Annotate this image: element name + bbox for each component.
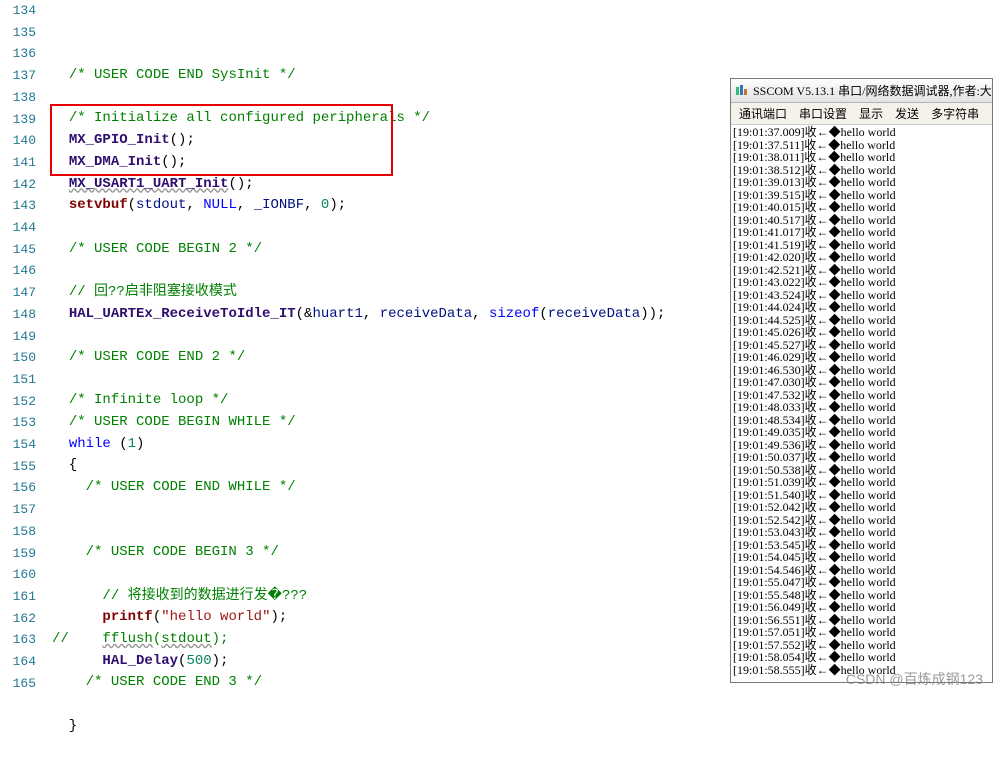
sscom-log-line: [19:01:40.015]收←◆hello world	[733, 201, 990, 214]
sscom-log-line: [19:01:39.013]收←◆hello world	[733, 176, 990, 189]
line-number: 162	[0, 608, 36, 630]
sscom-menu-item[interactable]: 多字符串	[931, 105, 979, 122]
sscom-log-line: [19:01:46.029]收←◆hello world	[733, 351, 990, 364]
line-number: 144	[0, 217, 36, 239]
sscom-log-line: [19:01:43.022]收←◆hello world	[733, 276, 990, 289]
line-number: 136	[0, 43, 36, 65]
sscom-log-line: [19:01:52.042]收←◆hello world	[733, 501, 990, 514]
sscom-log-line: [19:01:44.024]收←◆hello world	[733, 301, 990, 314]
sscom-menu-item[interactable]: 显示	[859, 105, 883, 122]
sscom-log-line: [19:01:38.011]收←◆hello world	[733, 151, 990, 164]
line-number: 147	[0, 282, 36, 304]
sscom-menu-item[interactable]: 通讯端口	[739, 105, 787, 122]
sscom-log-line: [19:01:54.045]收←◆hello world	[733, 551, 990, 564]
line-number: 154	[0, 434, 36, 456]
line-number: 157	[0, 499, 36, 521]
sscom-log-line: [19:01:55.047]收←◆hello world	[733, 576, 990, 589]
line-number: 138	[0, 87, 36, 109]
sscom-log-line: [19:01:53.043]收←◆hello world	[733, 526, 990, 539]
line-number-gutter: 1341351361371381391401411421431441451461…	[0, 0, 48, 695]
sscom-log-line: [19:01:37.009]收←◆hello world	[733, 126, 990, 139]
sscom-log-line: [19:01:58.555]收←◆hello world	[733, 664, 990, 677]
line-number: 139	[0, 109, 36, 131]
sscom-titlebar[interactable]: SSCOM V5.13.1 串口/网络数据调试器,作者:大	[731, 79, 992, 103]
sscom-log-line: [19:01:57.051]收←◆hello world	[733, 626, 990, 639]
line-number: 163	[0, 629, 36, 651]
sscom-menubar[interactable]: 通讯端口串口设置显示发送多字符串	[731, 103, 992, 125]
sscom-title: SSCOM V5.13.1 串口/网络数据调试器,作者:大	[753, 82, 992, 99]
line-number: 158	[0, 521, 36, 543]
code-line[interactable]: }	[48, 716, 993, 738]
line-number: 137	[0, 65, 36, 87]
sscom-window[interactable]: SSCOM V5.13.1 串口/网络数据调试器,作者:大 通讯端口串口设置显示…	[730, 78, 993, 683]
sscom-log-line: [19:01:50.037]收←◆hello world	[733, 451, 990, 464]
sscom-log-line: [19:01:56.049]收←◆hello world	[733, 601, 990, 614]
line-number: 148	[0, 304, 36, 326]
line-number: 164	[0, 651, 36, 673]
line-number: 159	[0, 543, 36, 565]
sscom-log-line: [19:01:51.039]收←◆hello world	[733, 476, 990, 489]
sscom-log-area[interactable]: [19:01:37.009]收←◆hello world[19:01:37.51…	[731, 125, 992, 682]
line-number: 165	[0, 673, 36, 695]
line-number: 160	[0, 564, 36, 586]
line-number: 155	[0, 456, 36, 478]
line-number: 150	[0, 347, 36, 369]
sscom-log-line: [19:01:42.020]收←◆hello world	[733, 251, 990, 264]
sscom-log-line: [19:01:45.026]收←◆hello world	[733, 326, 990, 339]
line-number: 145	[0, 239, 36, 261]
line-number: 135	[0, 22, 36, 44]
line-number: 151	[0, 369, 36, 391]
sscom-log-line: [19:01:48.033]收←◆hello world	[733, 401, 990, 414]
line-number: 153	[0, 412, 36, 434]
line-number: 161	[0, 586, 36, 608]
sscom-log-line: [19:01:58.054]收←◆hello world	[733, 651, 990, 664]
line-number: 141	[0, 152, 36, 174]
line-number: 140	[0, 130, 36, 152]
sscom-menu-item[interactable]: 串口设置	[799, 105, 847, 122]
line-number: 152	[0, 391, 36, 413]
line-number: 146	[0, 260, 36, 282]
sscom-app-icon	[735, 84, 749, 98]
sscom-menu-item[interactable]: 发送	[895, 105, 919, 122]
sscom-log-line: [19:01:41.017]收←◆hello world	[733, 226, 990, 239]
line-number: 134	[0, 0, 36, 22]
code-line[interactable]	[48, 694, 993, 716]
code-line[interactable]	[48, 737, 993, 759]
line-number: 143	[0, 195, 36, 217]
sscom-log-line: [19:01:47.030]收←◆hello world	[733, 376, 990, 389]
sscom-log-line: [19:01:49.035]收←◆hello world	[733, 426, 990, 439]
line-number: 156	[0, 477, 36, 499]
line-number: 149	[0, 326, 36, 348]
line-number: 142	[0, 174, 36, 196]
